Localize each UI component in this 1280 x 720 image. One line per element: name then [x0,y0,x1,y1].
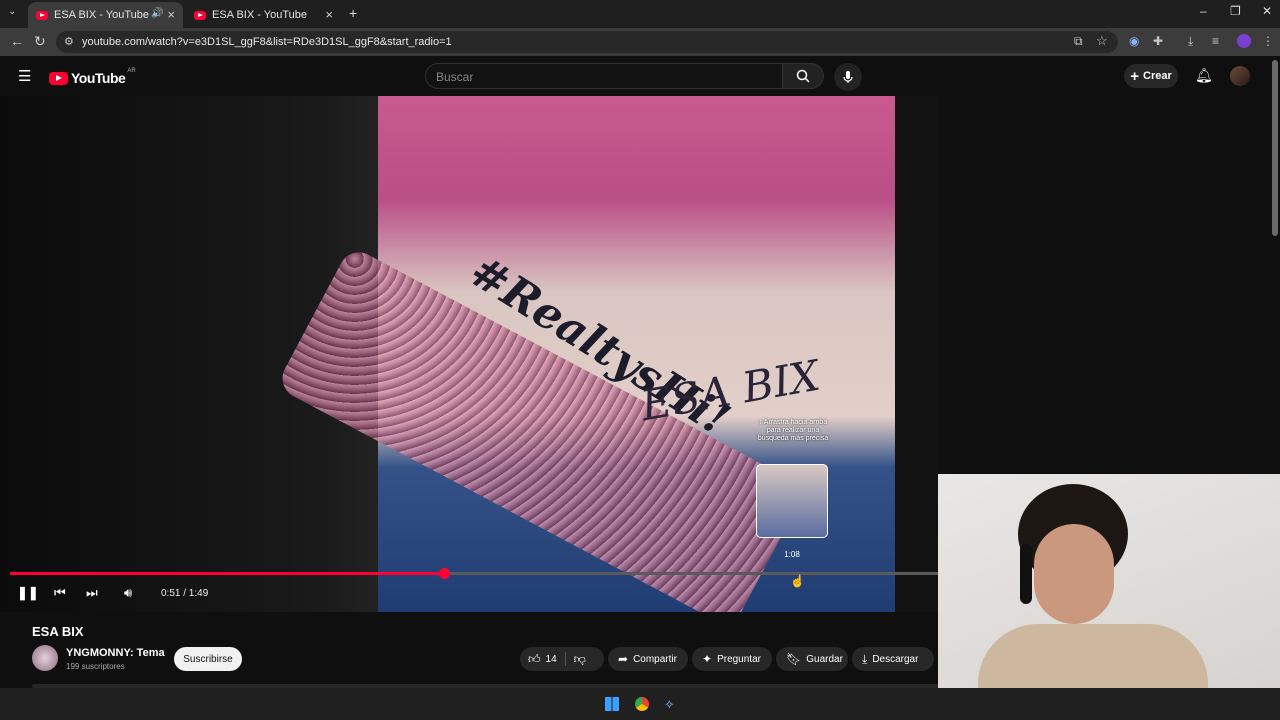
hand-cursor-icon: ☝ [790,574,805,588]
browser-tab-strip: ⌄ ESA BIX - YouTube 🔊 × ESA BIX - YouTub… [0,0,1280,28]
thumbs-down-icon[interactable]: 👎︎ [574,652,586,667]
app-icon[interactable]: ⟡ [665,696,679,711]
subscribe-button[interactable]: Suscribirse [174,647,242,671]
create-button[interactable]: + Crear [1124,64,1178,88]
download-icon[interactable]: ⤓ [1188,34,1193,49]
search-icon [796,69,810,83]
minimize-icon[interactable]: – [1200,4,1207,18]
site-info-icon[interactable]: ⚙ [64,35,74,48]
save-label: Guardar [806,653,843,665]
back-icon[interactable]: ← [10,33,24,49]
reading-list-icon[interactable]: ≡ [1212,34,1219,48]
account-avatar[interactable] [1230,66,1250,86]
extensions-icon[interactable]: ✚ [1153,34,1163,48]
country-code: AR [127,68,136,74]
bookmark-star-icon[interactable]: ☆ [1096,33,1108,49]
search-button[interactable] [782,63,824,89]
time-display: 0:51 / 1:49 [161,588,209,599]
tab-title: ESA BIX - YouTube [212,9,307,21]
window-close-icon[interactable]: ✕ [1262,4,1272,18]
share-icon: ➦ [618,652,629,666]
download-button[interactable]: ⤓ Descargar [852,647,934,671]
search-input[interactable] [436,70,736,84]
download-label: Descargar [872,653,919,665]
close-tab-icon[interactable]: × [167,7,175,22]
create-label: Crear [1143,70,1172,82]
ambient-glow-right [895,96,938,612]
close-tab-icon[interactable]: × [325,7,333,22]
next-icon[interactable]: ⏭ [86,585,98,601]
youtube-favicon-icon [194,10,206,20]
install-app-icon[interactable]: ⧉ [1074,34,1083,49]
person-face [1034,524,1114,624]
ask-label: Preguntar [717,653,761,665]
channel-avatar[interactable] [32,645,58,671]
microphone-icon [843,71,853,83]
tab-esa-bix-2[interactable]: ESA BIX - YouTube × [186,2,341,28]
channel-name[interactable]: YNGMONNY: Tema [66,647,165,659]
share-button[interactable]: ➦ Compartir [608,647,688,671]
menu-kebab-icon[interactable]: ⋮ [1262,34,1274,48]
tab-search-icon[interactable]: ⌄ [8,6,16,17]
youtube-favicon-icon [36,10,48,20]
profile-icon[interactable] [1237,34,1251,48]
like-button[interactable]: 👍︎ 14 [520,652,557,667]
subscriber-count: 199 suscriptores [66,662,125,671]
browser-toolbar: ← ↻ ⚙ youtube.com/watch?v=e3D1SL_ggF8&li… [0,28,1280,56]
divider [564,652,566,666]
ask-button[interactable]: ✦ Preguntar [692,647,772,671]
webcam-overlay [938,474,1280,688]
restore-icon[interactable]: ❐ [1230,4,1241,18]
scrub-preview-time: 1:08 [784,550,800,559]
url-text: youtube.com/watch?v=e3D1SL_ggF8&list=RDe… [82,36,452,48]
video-title: ESA BIX [32,624,84,639]
search-box [425,63,783,89]
address-bar[interactable]: ⚙ youtube.com/watch?v=e3D1SL_ggF8&list=R… [56,31,1118,53]
person-body [978,624,1208,688]
like-count: 14 [545,653,557,665]
progress-scrubber-handle[interactable] [439,568,450,579]
audio-icon[interactable]: 🔊 [151,8,163,19]
hamburger-menu-icon[interactable]: ☰ [18,67,31,85]
download-icon: ⤓ [862,651,868,666]
extension-audio-icon[interactable]: ◉ [1129,34,1139,48]
video-player[interactable]: #RealtysHi! ESA BIX ↕ Arrastra hacia arr… [0,96,938,612]
save-button[interactable]: 🔖︎ Guardar [776,647,848,671]
windows-start-icon[interactable] [605,697,619,711]
windows-taskbar: ⟡ [0,688,1280,720]
reload-icon[interactable]: ↻ [34,33,46,50]
sparkle-icon: ✦ [702,652,713,666]
page-scrollbar[interactable] [1272,60,1278,236]
notifications-bell-icon[interactable]: 🔔︎ [1195,67,1213,84]
youtube-logo[interactable]: YouTube AR [49,68,136,86]
plus-icon: + [1130,67,1139,85]
preview-hint: ↕ Arrastra hacia arriba para realizar un… [757,419,829,442]
volume-icon[interactable]: 🔊︎ [124,585,132,601]
tab-title: ESA BIX - YouTube [54,9,149,21]
previous-icon[interactable]: ⏮ [54,585,66,601]
thumbs-up-icon: 👍︎ [528,651,541,666]
pause-icon[interactable]: ❚❚ [17,585,39,601]
progress-fill [10,572,444,575]
tab-esa-bix-1[interactable]: ESA BIX - YouTube 🔊 × [28,2,183,28]
bookmark-icon: 🔖︎ [786,652,802,666]
new-tab-icon[interactable]: + [349,5,357,21]
headset [1020,544,1032,604]
voice-search-button[interactable] [834,63,862,91]
youtube-play-icon [49,71,68,85]
scrub-preview-thumbnail [756,464,828,538]
chrome-icon[interactable] [635,697,649,711]
youtube-header: ☰ YouTube AR + Crear 🔔︎ [0,56,1280,96]
share-label: Compartir [633,653,677,665]
logo-text: YouTube [71,70,126,86]
like-dislike-group: 👍︎ 14 👎︎ [520,647,604,671]
